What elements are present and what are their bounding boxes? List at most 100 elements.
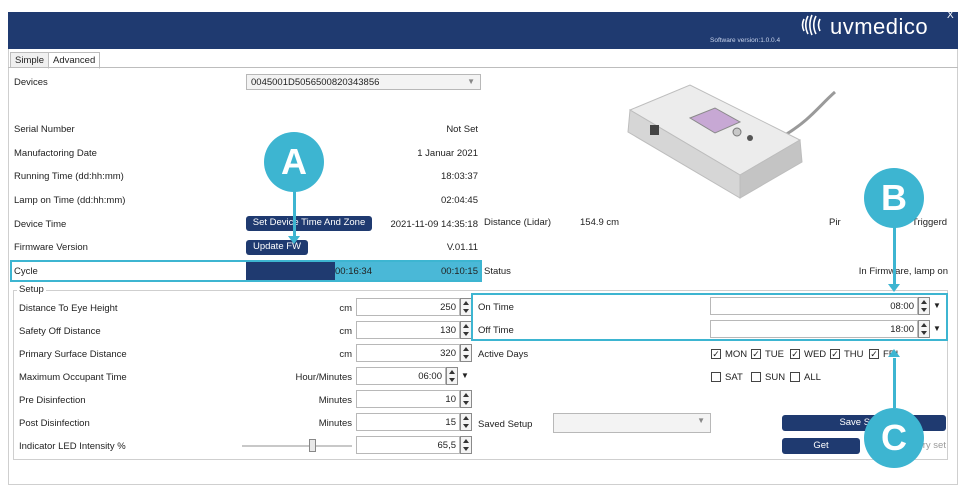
- on-time-input[interactable]: 08:00: [710, 297, 918, 315]
- max-occupant-time-input[interactable]: 06:00: [356, 367, 446, 385]
- cycle-highlight-box: [10, 260, 482, 282]
- serial-number-label: Serial Number: [14, 124, 75, 135]
- device-time-value: 2021-11-09 14:35:18: [390, 219, 478, 230]
- set-device-time-button[interactable]: Set Device Time And Zone: [246, 216, 372, 231]
- callout-b: B: [864, 168, 924, 228]
- running-time-label: Running Time (dd:hh:mm): [14, 171, 124, 182]
- serial-number-value: Not Set: [446, 124, 478, 135]
- checkbox-mon[interactable]: ✓: [711, 349, 721, 359]
- devices-label: Devices: [14, 77, 48, 88]
- uvmedico-logo-icon: [801, 14, 821, 36]
- checkbox-thu[interactable]: ✓: [830, 349, 840, 359]
- on-time-label: On Time: [478, 302, 514, 313]
- app-logo-text: uvmedico: [830, 14, 929, 39]
- tab-divider: [8, 67, 958, 68]
- manufacturing-date-label: Manufactoring Date: [14, 148, 97, 159]
- primary-surface-distance-unit: cm: [339, 349, 352, 360]
- day-label-mon: MON: [725, 349, 748, 360]
- devices-selected-value: 0045001D5056500820343856: [251, 77, 380, 88]
- checkbox-tue[interactable]: ✓: [751, 349, 761, 359]
- primary-surface-distance-input[interactable]: 320: [356, 344, 460, 362]
- manufacturing-date-value: 1 Januar 2021: [417, 148, 478, 159]
- chevron-down-icon[interactable]: ▼: [460, 367, 470, 385]
- device-product-image: [627, 84, 836, 199]
- led-intensity-label: Indicator LED Intensity %: [19, 441, 126, 452]
- post-disinfection-stepper[interactable]: [460, 413, 472, 431]
- safety-off-distance-label: Safety Off Distance: [19, 326, 101, 337]
- checkbox-fri[interactable]: ✓: [869, 349, 879, 359]
- running-time-value: 18:03:37: [441, 171, 478, 182]
- day-label-all: ALL: [804, 372, 821, 383]
- post-disinfection-input[interactable]: 15: [356, 413, 460, 431]
- saved-setup-label: Saved Setup: [478, 419, 533, 430]
- pre-disinfection-unit: Minutes: [318, 395, 352, 406]
- firmware-version-label: Firmware Version: [14, 242, 88, 253]
- day-label-sat: SAT: [725, 372, 743, 383]
- chevron-down-icon[interactable]: ▼: [932, 320, 942, 338]
- callout-c-line: [893, 358, 896, 408]
- max-occupant-time-unit: Hour/Minutes: [295, 372, 353, 383]
- day-label-tue: TUE: [765, 349, 784, 360]
- callout-b-arrow: [888, 284, 900, 292]
- primary-surface-distance-stepper[interactable]: [460, 344, 472, 362]
- tab-simple[interactable]: Simple: [10, 52, 50, 68]
- callout-c-arrow: [888, 349, 900, 357]
- checkbox-all[interactable]: [790, 372, 800, 382]
- max-occupant-time-stepper[interactable]: [446, 367, 458, 385]
- pir-value: Triggerd: [912, 217, 948, 228]
- primary-surface-distance-label: Primary Surface Distance: [19, 349, 127, 360]
- led-intensity-input[interactable]: 65,5: [356, 436, 460, 454]
- day-label-wed: WED: [804, 349, 827, 360]
- max-occupant-time-label: Maximum Occupant Time: [19, 372, 127, 383]
- callout-a-line: [293, 188, 296, 240]
- saved-setup-select[interactable]: ▼: [553, 413, 711, 433]
- post-disinfection-unit: Minutes: [318, 418, 352, 429]
- callout-a: A: [264, 132, 324, 192]
- active-days-label: Active Days: [478, 349, 529, 360]
- led-intensity-slider-thumb[interactable]: [309, 439, 316, 452]
- chevron-down-icon: ▼: [697, 416, 705, 425]
- safety-off-distance-unit: cm: [339, 326, 352, 337]
- lamp-on-time-value: 02:04:45: [441, 195, 478, 206]
- cycle-label: Cycle: [14, 266, 38, 277]
- led-intensity-slider-track[interactable]: [242, 445, 352, 447]
- off-time-input[interactable]: 18:00: [710, 320, 918, 338]
- pre-disinfection-input[interactable]: 10: [356, 390, 460, 408]
- close-button[interactable]: X: [947, 10, 954, 21]
- status-label: Status: [484, 266, 511, 277]
- firmware-version-value: V.01.11: [446, 242, 478, 253]
- distance-to-eye-input[interactable]: 250: [356, 298, 460, 316]
- callout-a-arrow: [288, 236, 300, 244]
- post-disinfection-label: Post Disinfection: [19, 418, 90, 429]
- distance-to-eye-label: Distance To Eye Height: [19, 303, 118, 314]
- safety-off-distance-input[interactable]: 130: [356, 321, 460, 339]
- chevron-down-icon[interactable]: ▼: [932, 297, 942, 315]
- on-time-stepper[interactable]: [918, 297, 930, 315]
- pre-disinfection-label: Pre Disinfection: [19, 395, 86, 406]
- checkbox-sat[interactable]: [711, 372, 721, 382]
- checkbox-wed[interactable]: ✓: [790, 349, 800, 359]
- distance-to-eye-unit: cm: [339, 303, 352, 314]
- chevron-down-icon: ▼: [467, 77, 475, 86]
- pre-disinfection-stepper[interactable]: [460, 390, 472, 408]
- checkbox-sun[interactable]: [751, 372, 761, 382]
- distance-lidar-value: 154.9 cm: [580, 217, 620, 228]
- distance-lidar-label: Distance (Lidar): [484, 217, 552, 228]
- setup-title: Setup: [17, 284, 46, 295]
- callout-c: C: [864, 408, 924, 468]
- day-label-thu: THU: [844, 349, 864, 360]
- lamp-on-time-label: Lamp on Time (dd:hh:mm): [14, 195, 126, 206]
- led-intensity-stepper[interactable]: [460, 436, 472, 454]
- status-value: In Firmware, lamp on: [858, 266, 948, 277]
- day-label-sun: SUN: [765, 372, 786, 383]
- pir-label: Pir: [829, 217, 841, 228]
- cycle-remaining-time: 00:10:15: [441, 266, 478, 277]
- cycle-elapsed-time: 00:16:34: [335, 266, 372, 277]
- device-time-label: Device Time: [14, 219, 67, 230]
- software-version: Software version:1.0.0.4: [710, 37, 781, 44]
- off-time-label: Off Time: [478, 325, 514, 336]
- off-time-stepper[interactable]: [918, 320, 930, 338]
- get-button[interactable]: Get: [782, 438, 860, 454]
- callout-b-line: [893, 225, 896, 285]
- devices-select[interactable]: 0045001D5056500820343856 ▼: [246, 74, 481, 90]
